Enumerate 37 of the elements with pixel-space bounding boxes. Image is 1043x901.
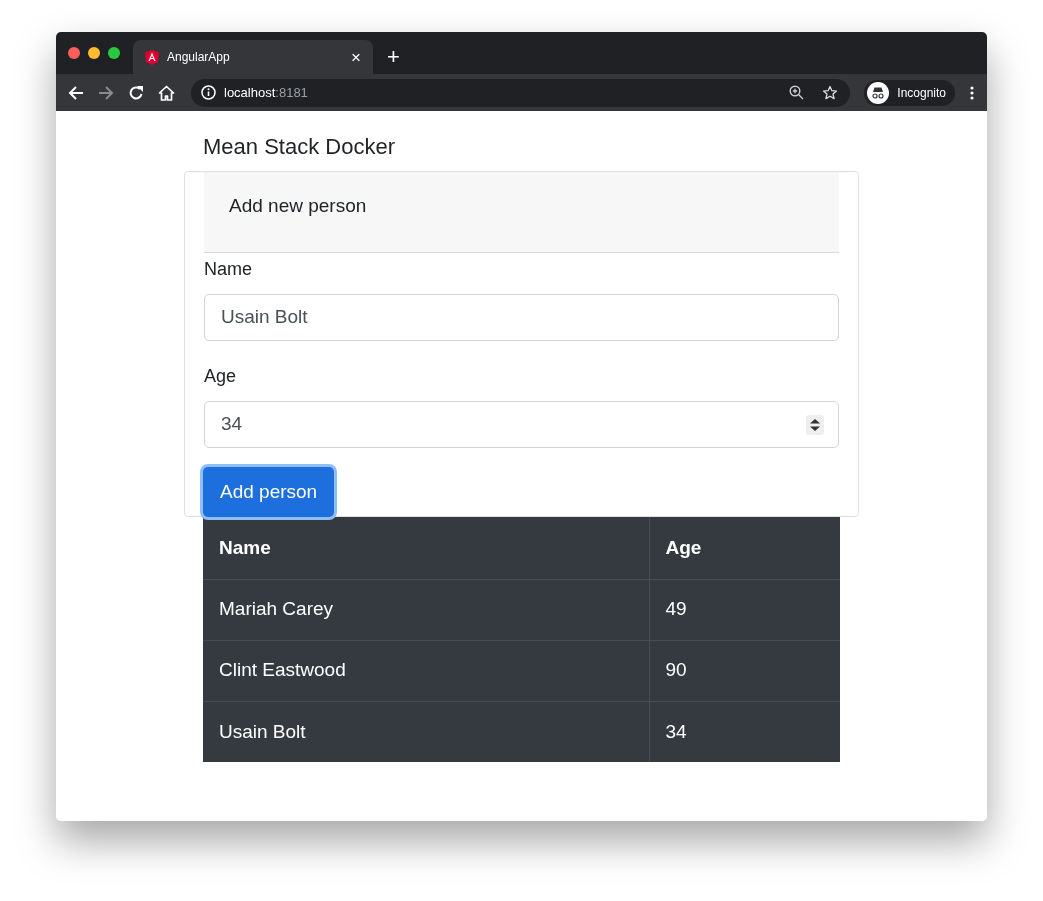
card-title: Add new person (229, 195, 367, 216)
field-label: Age (204, 365, 237, 387)
back-arrow-icon[interactable] (68, 84, 84, 101)
info-icon[interactable] (201, 85, 216, 100)
reload-icon[interactable] (128, 84, 144, 101)
url-text: localhost:8181 (224, 83, 309, 102)
tab-title: AngularApp (167, 49, 231, 66)
new-tab-button[interactable]: + (373, 40, 414, 74)
table-cell: Clint Eastwood (203, 640, 649, 701)
field-label: Name (204, 258, 252, 280)
profile-label: Incognito (897, 84, 946, 102)
add-person-button[interactable]: Add person (203, 467, 335, 517)
forward-arrow-icon[interactable] (98, 84, 114, 101)
minimize-window-icon[interactable] (88, 47, 100, 59)
column-header: Name (203, 517, 649, 579)
profile-button[interactable]: Incognito (864, 79, 955, 106)
text-field[interactable]: Usain Bolt (204, 294, 839, 341)
stepper-icon[interactable] (806, 414, 824, 435)
address-bar[interactable]: localhost:8181 (191, 78, 851, 107)
incognito-icon (867, 81, 890, 104)
table-cell: 90 (649, 640, 840, 701)
close-window-icon[interactable] (68, 47, 80, 59)
number-field[interactable]: 34 (204, 401, 839, 448)
star-icon[interactable] (822, 84, 839, 101)
zoom-in-icon[interactable] (789, 85, 805, 100)
home-icon[interactable] (158, 84, 175, 101)
maximize-window-icon[interactable] (108, 47, 120, 59)
table-cell: Usain Bolt (203, 701, 649, 762)
column-header: Age (649, 517, 840, 579)
shield-logo-icon (145, 49, 159, 65)
table-cell: Mariah Carey (203, 579, 649, 640)
browser-tab[interactable]: AngularApp × (133, 40, 373, 74)
close-tab-button[interactable]: × (351, 48, 361, 66)
menu-icon[interactable] (969, 84, 975, 101)
page-heading: Mean Stack Docker (203, 133, 396, 161)
table-cell: 49 (649, 579, 840, 640)
table-cell: 34 (649, 701, 840, 762)
